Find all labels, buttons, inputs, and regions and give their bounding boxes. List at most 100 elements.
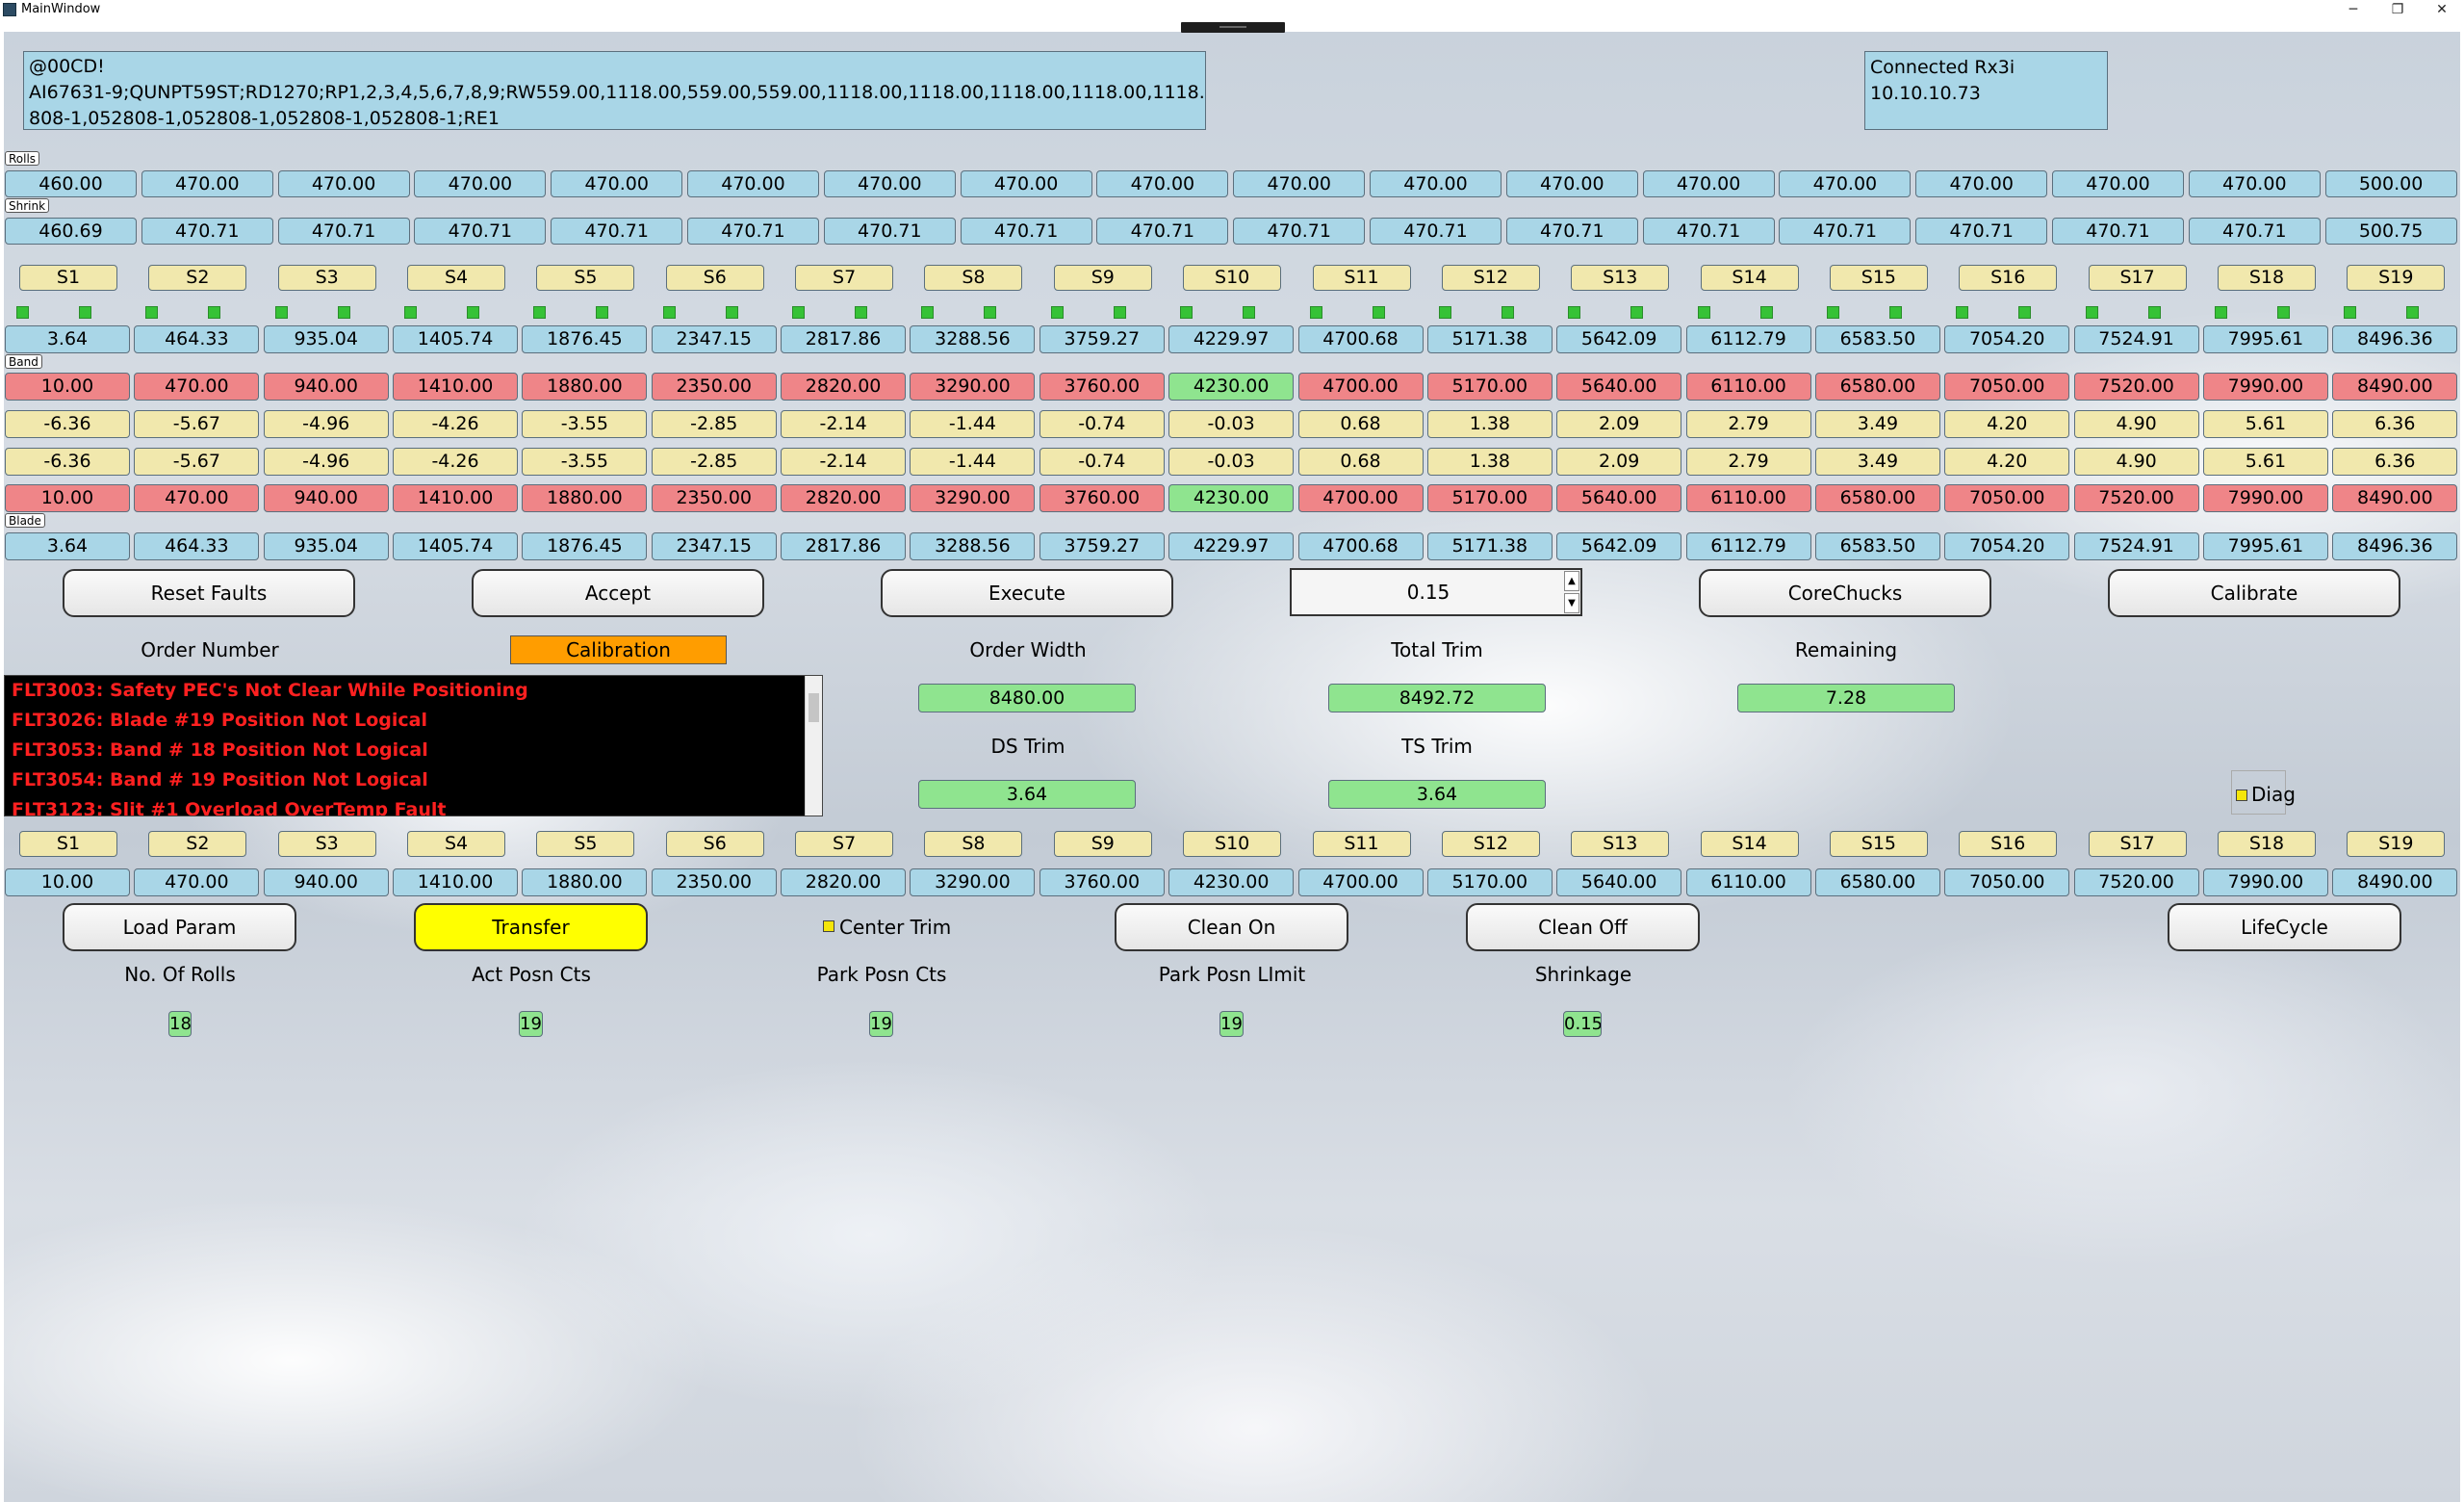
blade-target-field[interactable]: 1410.00	[393, 484, 519, 512]
band-target-field[interactable]: 6110.00	[1685, 373, 1811, 401]
accept-button[interactable]: Accept	[472, 569, 764, 617]
blade-offset-field[interactable]: 4.90	[2073, 448, 2199, 476]
corechucks-button[interactable]: CoreChucks	[1699, 569, 1991, 617]
shrink-width-field[interactable]: 470.71	[1096, 218, 1229, 245]
band-offset-field[interactable]: 1.38	[1426, 410, 1553, 438]
diag-checkbox[interactable]: Diag	[2231, 770, 2296, 815]
blade-offset-field[interactable]: -4.96	[263, 448, 389, 476]
clean-off-button[interactable]: Clean Off	[1466, 903, 1700, 951]
band-target-field[interactable]: 1880.00	[522, 373, 648, 401]
blade-offset-field[interactable]: 4.20	[1944, 448, 2070, 476]
blade-target-field[interactable]: 7990.00	[2202, 484, 2328, 512]
band-offset-field[interactable]: -4.96	[263, 410, 389, 438]
fault-list-scrollbar[interactable]	[805, 676, 822, 816]
blade-target-field[interactable]: 5640.00	[1556, 484, 1682, 512]
center-trim-check-icon[interactable]	[823, 920, 834, 932]
blade-target-field[interactable]: 10.00	[5, 484, 130, 512]
shrink-width-field[interactable]: 470.71	[2052, 218, 2184, 245]
blade-target-field[interactable]: 4700.00	[1297, 484, 1424, 512]
blade-offset-field[interactable]: -4.26	[393, 448, 519, 476]
blade-offset-field[interactable]: 6.36	[2332, 448, 2458, 476]
drag-handle[interactable]	[1181, 22, 1285, 33]
band-target-field[interactable]: 5640.00	[1556, 373, 1682, 401]
roll-width-field[interactable]: 470.00	[1370, 170, 1502, 197]
fault-list[interactable]: FLT3003: Safety PEC's Not Clear While Po…	[4, 675, 823, 816]
blade-target-field[interactable]: 3760.00	[1039, 484, 1165, 512]
roll-width-field[interactable]: 470.00	[960, 170, 1092, 197]
blade-target-field[interactable]: 940.00	[263, 484, 389, 512]
roll-width-field[interactable]: 470.00	[141, 170, 273, 197]
band-offset-field[interactable]: 2.79	[1685, 410, 1811, 438]
blade-target-field[interactable]: 7520.00	[2073, 484, 2199, 512]
band-offset-field[interactable]: -0.03	[1168, 410, 1295, 438]
shrink-width-field[interactable]: 470.71	[823, 218, 956, 245]
execute-button[interactable]: Execute	[881, 569, 1173, 617]
roll-width-field[interactable]: 470.00	[2052, 170, 2184, 197]
fault-item[interactable]: FLT3003: Safety PEC's Not Clear While Po…	[5, 676, 822, 706]
shrink-width-field[interactable]: 470.71	[1915, 218, 2048, 245]
blade-offset-field[interactable]: 1.38	[1426, 448, 1553, 476]
shrink-width-field[interactable]: 470.71	[551, 218, 683, 245]
shrink-width-field[interactable]: 460.69	[5, 218, 137, 245]
scrollbar-thumb[interactable]	[808, 693, 819, 722]
blade-offset-field[interactable]: -1.44	[910, 448, 1036, 476]
roll-width-field[interactable]: 470.00	[1233, 170, 1366, 197]
shrink-width-field[interactable]: 470.71	[141, 218, 273, 245]
band-target-field[interactable]: 7520.00	[2073, 373, 2199, 401]
blade-target-field[interactable]: 6110.00	[1685, 484, 1811, 512]
band-offset-field[interactable]: -0.74	[1039, 410, 1165, 438]
band-target-field[interactable]: 470.00	[134, 373, 260, 401]
band-target-field[interactable]: 10.00	[5, 373, 130, 401]
band-offset-field[interactable]: -2.14	[781, 410, 907, 438]
shrink-width-field[interactable]: 470.71	[414, 218, 547, 245]
roll-width-field[interactable]: 470.00	[823, 170, 956, 197]
blade-offset-field[interactable]: -0.74	[1039, 448, 1165, 476]
roll-width-field[interactable]: 470.00	[1642, 170, 1775, 197]
blade-offset-field[interactable]: -2.14	[781, 448, 907, 476]
band-offset-field[interactable]: -1.44	[910, 410, 1036, 438]
band-offset-field[interactable]: -3.55	[522, 410, 648, 438]
fault-item[interactable]: FLT3054: Band # 19 Position Not Logical	[5, 765, 822, 795]
blade-offset-field[interactable]: -5.67	[134, 448, 260, 476]
shrink-width-field[interactable]: 470.71	[277, 218, 410, 245]
band-target-field[interactable]: 4700.00	[1297, 373, 1424, 401]
fault-item[interactable]: FLT3026: Blade #19 Position Not Logical	[5, 706, 822, 736]
band-offset-field[interactable]: -6.36	[5, 410, 130, 438]
roll-width-field[interactable]: 470.00	[1779, 170, 1912, 197]
blade-offset-field[interactable]: 3.49	[1814, 448, 1940, 476]
band-offset-field[interactable]: -5.67	[134, 410, 260, 438]
blade-offset-field[interactable]: -0.03	[1168, 448, 1295, 476]
lifecycle-button[interactable]: LifeCycle	[2168, 903, 2401, 951]
blade-target-field[interactable]: 2820.00	[781, 484, 907, 512]
fault-item[interactable]: FLT3053: Band # 18 Position Not Logical	[5, 736, 822, 765]
roll-width-field[interactable]: 460.00	[5, 170, 137, 197]
band-target-field[interactable]: 3760.00	[1039, 373, 1165, 401]
band-target-field[interactable]: 7050.00	[1944, 373, 2070, 401]
band-target-field[interactable]: 940.00	[263, 373, 389, 401]
shrink-width-field[interactable]: 500.75	[2324, 218, 2457, 245]
band-target-field[interactable]: 5170.00	[1426, 373, 1553, 401]
band-offset-field[interactable]: 3.49	[1814, 410, 1940, 438]
blade-target-field[interactable]: 2350.00	[651, 484, 777, 512]
roll-width-field[interactable]: 470.00	[551, 170, 683, 197]
shrink-width-field[interactable]: 470.71	[1642, 218, 1775, 245]
shrink-width-field[interactable]: 470.71	[1505, 218, 1638, 245]
shrink-width-field[interactable]: 470.71	[687, 218, 819, 245]
band-target-field[interactable]: 3290.00	[910, 373, 1036, 401]
band-offset-field[interactable]: 0.68	[1297, 410, 1424, 438]
roll-width-field[interactable]: 470.00	[1096, 170, 1229, 197]
band-offset-field[interactable]: -2.85	[651, 410, 777, 438]
blade-offset-field[interactable]: 2.79	[1685, 448, 1811, 476]
shrink-width-field[interactable]: 470.71	[2188, 218, 2321, 245]
blade-offset-field[interactable]: 0.68	[1297, 448, 1424, 476]
fault-item[interactable]: FLT3123: Slit #1 Overload OverTemp Fault	[5, 795, 822, 816]
blade-target-field[interactable]: 7050.00	[1944, 484, 2070, 512]
blade-offset-field[interactable]: -2.85	[651, 448, 777, 476]
band-target-field[interactable]: 7990.00	[2202, 373, 2328, 401]
blade-offset-field[interactable]: -6.36	[5, 448, 130, 476]
blade-target-field[interactable]: 470.00	[134, 484, 260, 512]
transfer-button[interactable]: Transfer	[414, 903, 648, 951]
band-offset-field[interactable]: 4.90	[2073, 410, 2199, 438]
roll-width-field[interactable]: 470.00	[414, 170, 547, 197]
restore-button[interactable]: ❐	[2375, 0, 2420, 21]
